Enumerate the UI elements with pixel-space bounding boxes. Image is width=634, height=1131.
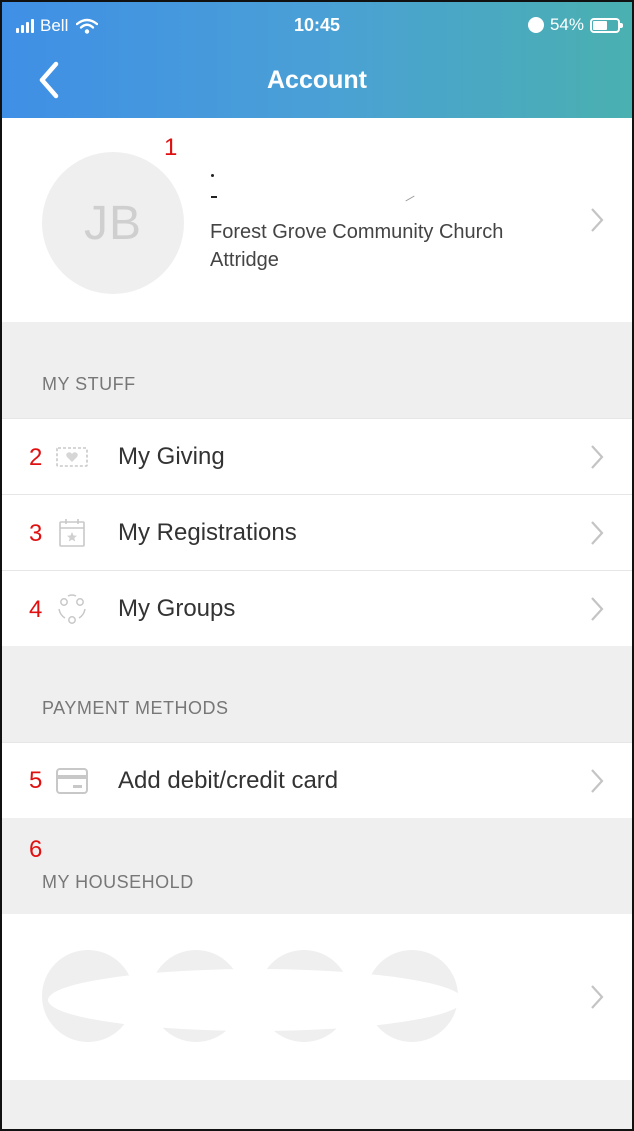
bottom-section (2, 1080, 632, 1129)
row-add-card[interactable]: Add debit/credit card (2, 742, 632, 818)
section-label-payment-methods: PAYMENT METHODS (42, 698, 229, 718)
alarm-icon (527, 17, 544, 33)
chevron-right-icon (591, 769, 604, 793)
row-my-groups[interactable]: My Groups (2, 570, 632, 646)
church-line-1: Forest Grove Community Church (210, 221, 504, 243)
app-header: Bell 10:45 54% Account (2, 2, 632, 118)
chevron-right-icon (591, 985, 604, 1009)
row-my-registrations[interactable]: My Registrations (2, 494, 632, 570)
row-my-giving[interactable]: My Giving (2, 418, 632, 494)
calendar-icon (59, 519, 85, 547)
household-members-row[interactable] (2, 914, 632, 1080)
section-label-my-stuff: MY STUFF (42, 374, 136, 394)
groups-icon (58, 594, 86, 624)
money-icon (56, 447, 88, 467)
redacted-household-names (48, 969, 463, 1031)
annotation-4: 4 (29, 596, 43, 623)
row-label-my-registrations: My Registrations (118, 519, 297, 546)
phone-screen: Bell 10:45 54% Account JB Forest Grove C… (0, 0, 634, 1131)
annotation-2: 2 (29, 444, 43, 471)
annotation-5: 5 (29, 767, 43, 794)
status-right: 54% (527, 15, 623, 35)
chevron-right-icon (591, 597, 604, 621)
avatar: JB (42, 152, 184, 294)
chevron-right-icon (591, 208, 604, 232)
church-name: Forest Grove Community Church Attridge (210, 218, 570, 274)
church-line-2: Attridge (210, 249, 279, 271)
section-label-my-household: MY HOUSEHOLD (42, 872, 194, 892)
row-label-my-giving: My Giving (118, 443, 225, 470)
battery-percent: 54% (549, 15, 584, 34)
chevron-right-icon (591, 445, 604, 469)
section-payment-methods: PAYMENT METHODS (2, 646, 632, 742)
credit-card-icon (56, 768, 88, 794)
section-my-stuff: MY STUFF (2, 322, 632, 418)
nav-bar: Account (2, 48, 632, 114)
battery-icon (590, 17, 623, 33)
annotation-3: 3 (29, 520, 43, 547)
status-bar: Bell 10:45 54% (2, 2, 632, 48)
annotation-1: 1 (164, 134, 178, 161)
page-title: Account (267, 66, 367, 94)
annotation-6: 6 (29, 836, 43, 863)
section-my-household: MY HOUSEHOLD (2, 818, 632, 914)
redacted-name (207, 170, 437, 206)
row-label-my-groups: My Groups (118, 595, 236, 622)
row-label-add-card: Add debit/credit card (118, 767, 339, 794)
profile-card[interactable]: JB Forest Grove Community Church Attridg… (2, 118, 632, 322)
chevron-right-icon (591, 521, 604, 545)
